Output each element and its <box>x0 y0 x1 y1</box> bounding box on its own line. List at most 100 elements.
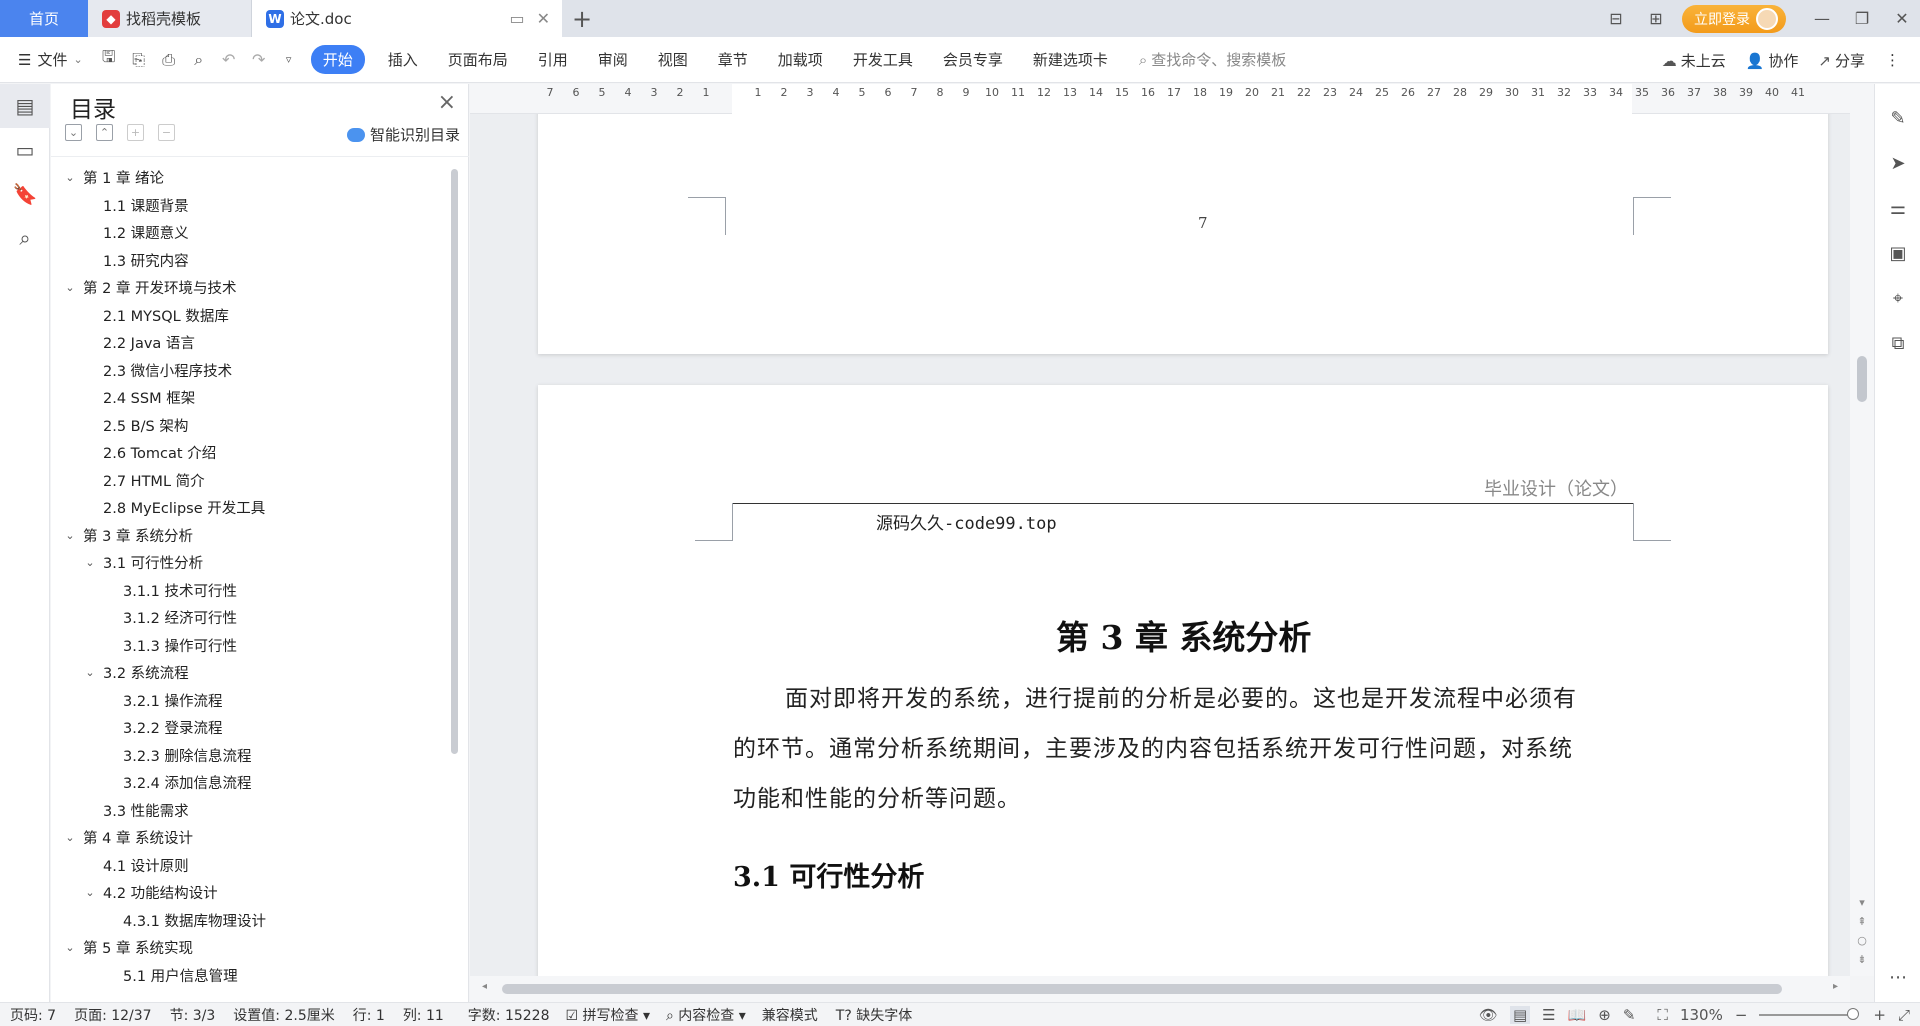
tab-document[interactable]: W 论文.doc ▭ ✕ <box>252 0 562 37</box>
chevron-down-icon[interactable]: ⌄ <box>63 941 77 954</box>
scroll-down-icon[interactable]: ▾ <box>1859 896 1865 909</box>
more-icon[interactable]: ⋮ <box>1885 51 1900 69</box>
eye-protect-icon[interactable]: 👁 <box>1479 1006 1498 1024</box>
more-tools-icon[interactable]: ⋯ <box>1875 955 1920 1000</box>
close-window-icon[interactable]: ✕ <box>1884 4 1920 34</box>
pointer-icon[interactable]: ➤ <box>1875 141 1920 186</box>
toc-item[interactable]: ⌄ 第 5 章 系统实现 <box>51 934 451 962</box>
tab-review[interactable]: 审阅 <box>583 45 643 74</box>
chevron-down-icon[interactable]: ⌄ <box>83 666 97 679</box>
spell-check-button[interactable]: ☑ 拼写检查 ▾ <box>550 1005 651 1025</box>
chevron-down-icon[interactable]: ⌄ <box>63 831 77 844</box>
cloud-button[interactable]: ☁ 未上云 <box>1662 50 1726 71</box>
fit-page-icon[interactable]: ⛶ <box>1657 1006 1668 1024</box>
tab-home-ribbon[interactable]: 开始 <box>310 45 365 74</box>
page-view-icon[interactable]: ▤ <box>1509 1006 1531 1024</box>
tab-chapter[interactable]: 章节 <box>703 45 763 74</box>
pin-icon[interactable]: ▭ <box>509 9 524 28</box>
grid-apps-icon[interactable]: ⊞ <box>1638 4 1674 34</box>
zoom-out-icon[interactable]: − <box>1735 1006 1748 1024</box>
expand-all-icon[interactable]: ⌃ <box>96 124 113 141</box>
tab-member[interactable]: 会员专享 <box>928 45 1018 74</box>
close-icon[interactable]: × <box>438 90 456 115</box>
layout-icon[interactable]: ⊟ <box>1598 4 1634 34</box>
find-icon[interactable]: ⌕ <box>0 216 50 260</box>
tab-docer[interactable]: ◆ 找稻壳模板 <box>88 0 252 37</box>
tab-home[interactable]: 首页 <box>0 0 88 37</box>
outline-view-icon[interactable]: ☰ <box>1542 1006 1555 1024</box>
map-pin-icon[interactable]: ⌖ <box>1875 276 1920 321</box>
toc-scrollbar[interactable] <box>451 169 458 754</box>
toc-item[interactable]: 1.3 研究内容 <box>51 247 451 275</box>
toc-item[interactable]: ⌄ 第 4 章 系统设计 <box>51 824 451 852</box>
fullscreen-icon[interactable]: ⤢ <box>1898 1006 1910 1024</box>
toc-item[interactable]: ⌄ 3.2 系统流程 <box>51 659 451 687</box>
new-tab-button[interactable]: + <box>562 0 602 37</box>
toc-item[interactable]: 1.1 课题背景 <box>51 192 451 220</box>
tab-references[interactable]: 引用 <box>523 45 583 74</box>
minimize-icon[interactable]: — <box>1804 4 1840 34</box>
toc-item[interactable]: 2.3 微信小程序技术 <box>51 357 451 385</box>
toc-item[interactable]: 3.1.3 操作可行性 <box>51 632 451 660</box>
scroll-right-icon[interactable]: ▸ <box>1833 981 1838 992</box>
file-menu[interactable]: ☰ 文件 ⌄ <box>0 49 97 70</box>
read-view-icon[interactable]: 📖 <box>1568 1006 1587 1024</box>
save-icon[interactable]: 🖫 <box>97 47 121 72</box>
toc-item[interactable]: 2.7 HTML 简介 <box>51 467 451 495</box>
toc-item[interactable]: 1.2 课题意义 <box>51 219 451 247</box>
sliders-icon[interactable]: ⚌ <box>1875 186 1920 231</box>
toc-item[interactable]: ⌄ 第 3 章 系统分析 <box>51 522 451 550</box>
print-icon[interactable]: ⎙ <box>157 48 181 72</box>
toc-item[interactable]: ⌄ 4.2 功能结构设计 <box>51 879 451 907</box>
tab-developer[interactable]: 开发工具 <box>838 45 928 74</box>
pen-icon[interactable]: ✎ <box>1875 96 1920 141</box>
command-search[interactable]: ⌕ 查找命令、搜索模板 <box>1139 49 1286 70</box>
tab-view[interactable]: 视图 <box>643 45 703 74</box>
missing-font-button[interactable]: T? 缺失字体 <box>818 1005 912 1025</box>
toc-item[interactable]: 2.2 Java 语言 <box>51 329 451 357</box>
toc-item[interactable]: 3.1.2 经济可行性 <box>51 604 451 632</box>
chevron-down-icon[interactable]: ⌄ <box>63 529 77 542</box>
export-pdf-icon[interactable]: ⎘ <box>127 48 151 72</box>
toc-item[interactable]: ⌄ 第 2 章 开发环境与技术 <box>51 274 451 302</box>
vertical-scrollbar[interactable]: ▾ ⇞ ○ ⇟ <box>1850 84 1874 976</box>
share-button[interactable]: ↗ 分享 <box>1818 50 1865 71</box>
scroll-left-icon[interactable]: ◂ <box>482 981 487 992</box>
collab-button[interactable]: 👤 协作 <box>1746 50 1799 71</box>
smart-toc-button[interactable]: 智能识别目录 <box>346 124 460 145</box>
chevron-down-icon[interactable]: ⌄ <box>83 556 97 569</box>
toc-item[interactable]: 4.1 设计原则 <box>51 852 451 880</box>
zoom-level[interactable]: 130% <box>1680 1006 1723 1024</box>
toc-item[interactable]: 3.2.1 操作流程 <box>51 687 451 715</box>
tab-page-layout[interactable]: 页面布局 <box>433 45 523 74</box>
chevron-down-icon[interactable]: ⌄ <box>83 886 97 899</box>
tab-addins[interactable]: 加载项 <box>763 45 838 74</box>
zoom-in-icon[interactable]: + <box>1873 1006 1886 1024</box>
tab-insert[interactable]: 插入 <box>373 45 433 74</box>
chevron-down-icon[interactable]: ⌄ <box>63 171 77 184</box>
toc-item[interactable]: 4.3.1 数据库物理设计 <box>51 907 451 935</box>
status-words[interactable]: 字数: 15228 <box>444 1005 550 1025</box>
zoom-slider-knob[interactable] <box>1847 1008 1860 1020</box>
toc-item[interactable]: 2.4 SSM 框架 <box>51 384 451 412</box>
toc-item[interactable]: 3.1.1 技术可行性 <box>51 577 451 605</box>
web-view-icon[interactable]: ⊕ <box>1598 1006 1611 1024</box>
vertical-scroll-thumb[interactable] <box>1857 356 1867 402</box>
bookmark-icon[interactable]: 🔖 <box>0 172 50 216</box>
toc-item[interactable]: 3.2.3 删除信息流程 <box>51 742 451 770</box>
prev-page-icon[interactable]: ⇞ <box>1857 915 1866 928</box>
print-preview-icon[interactable]: ⌕ <box>187 48 211 72</box>
tab-new[interactable]: 新建选项卡 <box>1018 45 1123 74</box>
customize-icon[interactable]: ▿ <box>277 48 301 72</box>
toc-item[interactable]: 2.8 MyEclipse 开发工具 <box>51 494 451 522</box>
redo-icon[interactable]: ↷ <box>247 48 271 72</box>
toc-item[interactable]: 3.2.2 登录流程 <box>51 714 451 742</box>
toc-item[interactable]: 2.5 B/S 架构 <box>51 412 451 440</box>
browse-object-icon[interactable]: ○ <box>1857 934 1867 947</box>
horizontal-scroll-thumb[interactable] <box>502 984 1782 994</box>
status-page[interactable]: 页面: 12/37 <box>56 1005 152 1025</box>
toc-item[interactable]: 2.6 Tomcat 介绍 <box>51 439 451 467</box>
write-mode-icon[interactable]: ✎ <box>1623 1006 1636 1024</box>
close-tab-icon[interactable]: ✕ <box>537 9 550 28</box>
toc-item[interactable]: 3.3 性能需求 <box>51 797 451 825</box>
